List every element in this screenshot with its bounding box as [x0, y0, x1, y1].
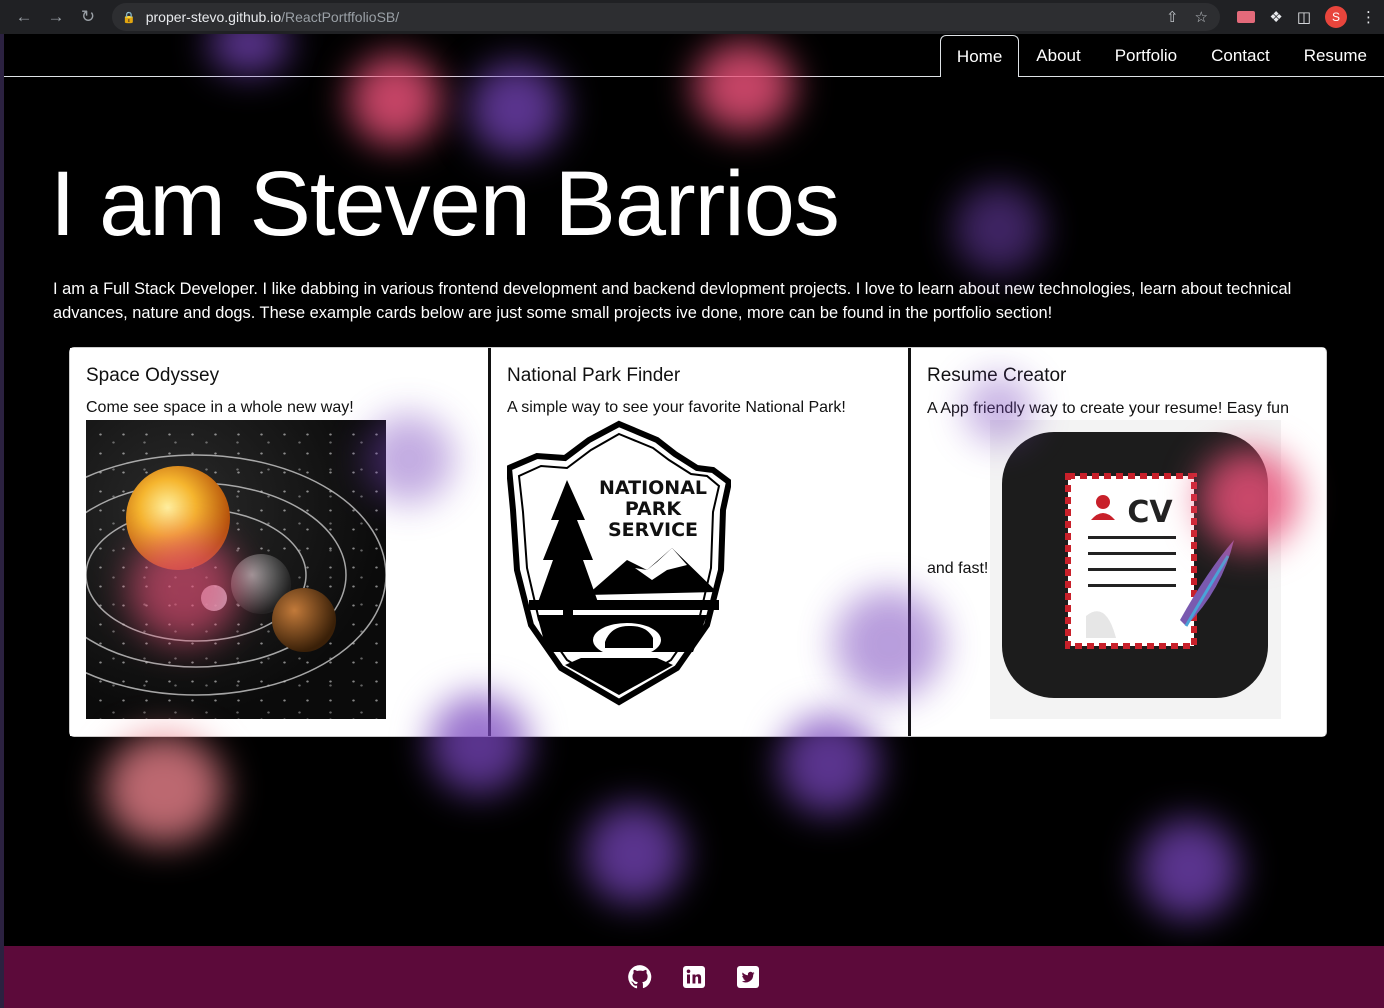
puzzle-extensions-icon[interactable]: ❖: [1269, 8, 1282, 26]
address-bar[interactable]: 🔒 proper-stevo.github.io/ReactPortffolio…: [112, 3, 1220, 31]
card-text: Come see space in a whole new way!: [86, 399, 354, 416]
decor-blob: [1139, 819, 1239, 919]
extension-icon[interactable]: [1237, 11, 1256, 23]
nav-portfolio[interactable]: Portfolio: [1098, 35, 1194, 76]
lock-icon: 🔒: [122, 11, 136, 24]
svg-text:SERVICE: SERVICE: [608, 519, 698, 541]
url-host: proper-stevo.github.io: [145, 9, 282, 25]
nav-home[interactable]: Home: [939, 35, 1020, 77]
linkedin-icon[interactable]: [680, 963, 708, 991]
reload-icon[interactable]: ↻: [72, 1, 104, 33]
national-park-service-logo: NATIONAL PARK SERVICE: [505, 420, 733, 706]
side-panel-icon[interactable]: ◫: [1297, 8, 1311, 26]
share-icon[interactable]: ⇧: [1166, 8, 1179, 26]
github-icon[interactable]: [626, 963, 654, 991]
nav-resume[interactable]: Resume: [1287, 35, 1384, 76]
svg-text:NATIONAL: NATIONAL: [599, 477, 707, 499]
solar-system-image: [86, 420, 386, 719]
browser-toolbar: ← → ↻ 🔒 proper-stevo.github.io/ReactPort…: [0, 0, 1384, 34]
forward-arrow-icon[interactable]: →: [40, 1, 72, 33]
decor-blob: [954, 184, 1044, 274]
svg-text:CV: CV: [1127, 495, 1173, 530]
footer: [4, 946, 1384, 1008]
nav-about[interactable]: About: [1019, 35, 1097, 76]
card-national-park-finder[interactable]: National Park Finder A simple way to see…: [488, 348, 908, 736]
card-resume-creator[interactable]: Resume Creator A App friendly way to cre…: [908, 348, 1325, 736]
cv-app-icon: CV: [990, 420, 1281, 719]
decor-blob: [584, 804, 684, 904]
nav-contact[interactable]: Contact: [1194, 35, 1287, 76]
hero-title: I am Steven Barrios: [50, 153, 840, 255]
page-viewport: Home About Portfolio Contact Resume I am…: [4, 34, 1384, 1008]
card-space-odyssey[interactable]: Space Odyssey Come see space in a whole …: [70, 348, 488, 736]
twitter-icon[interactable]: [734, 963, 762, 991]
card-title: Space Odyssey: [86, 365, 220, 386]
card-text: A App friendly way to create your resume…: [927, 400, 1289, 417]
project-cards: Space Odyssey Come see space in a whole …: [69, 347, 1327, 737]
svg-text:PARK: PARK: [625, 498, 683, 520]
main-nav: Home About Portfolio Contact Resume: [4, 34, 1384, 77]
card-title: Resume Creator: [927, 365, 1067, 386]
bookmark-star-icon[interactable]: ☆: [1195, 8, 1208, 26]
profile-avatar[interactable]: S: [1325, 6, 1347, 28]
card-text: A simple way to see your favorite Nation…: [507, 399, 846, 416]
url-path: /ReactPortffolioSB/: [281, 9, 400, 25]
menu-kebab-icon[interactable]: ⋮: [1361, 8, 1376, 26]
card-text-continued: and fast!: [927, 560, 989, 577]
decor-blob: [104, 734, 224, 844]
intro-paragraph: I am a Full Stack Developer. I like dabb…: [53, 280, 1292, 322]
card-title: National Park Finder: [507, 365, 681, 386]
back-arrow-icon[interactable]: ←: [8, 1, 40, 33]
